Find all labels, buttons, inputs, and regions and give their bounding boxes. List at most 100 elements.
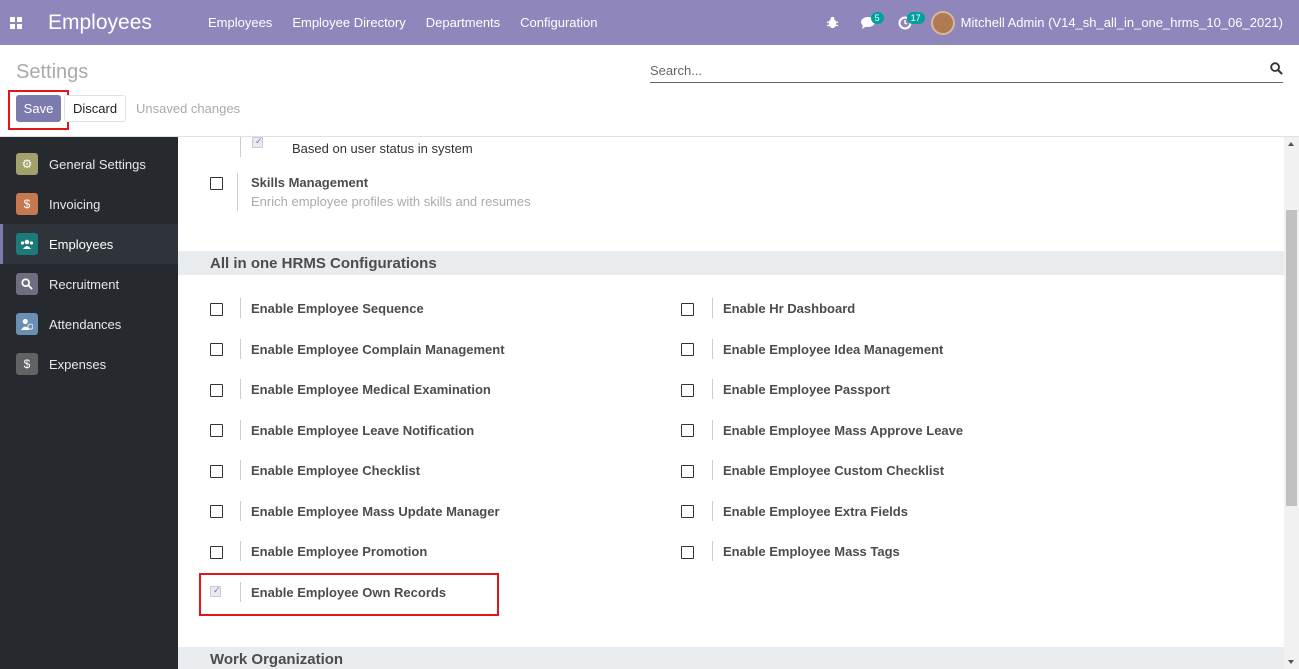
option-mass-tags: Enable Employee Mass Tags xyxy=(723,544,900,559)
checkbox-medical-examination[interactable] xyxy=(210,384,223,397)
attendance-clock-icon xyxy=(16,313,38,335)
section-hrms-header: All in one HRMS Configurations xyxy=(178,251,1284,275)
checkbox-employee-sequence[interactable] xyxy=(210,303,223,316)
menu-employee-directory[interactable]: Employee Directory xyxy=(282,0,415,45)
divider xyxy=(240,460,241,480)
scroll-down-arrow-icon[interactable] xyxy=(1288,660,1294,664)
top-navbar: Employees Employees Employee Directory D… xyxy=(0,0,1299,45)
expenses-icon: $ xyxy=(16,353,38,375)
section-work-org-header: Work Organization xyxy=(178,647,1284,669)
checkbox-based-on-user-status[interactable] xyxy=(252,137,263,148)
checkbox-employee-checklist[interactable] xyxy=(210,465,223,478)
checkbox-mass-approve-leave[interactable] xyxy=(681,424,694,437)
sidebar-item-attendances[interactable]: Attendances xyxy=(0,304,178,344)
user-name: Mitchell Admin (V14_sh_all_in_one_hrms_1… xyxy=(960,15,1283,30)
menu-departments[interactable]: Departments xyxy=(416,0,510,45)
checkbox-skills-management[interactable] xyxy=(210,177,223,190)
option-idea-management: Enable Employee Idea Management xyxy=(723,342,944,357)
sidebar-item-label: Employees xyxy=(49,236,114,252)
sidebar-item-label: Recruitment xyxy=(49,276,120,292)
vertical-scrollbar[interactable] xyxy=(1284,137,1299,669)
skills-desc: Enrich employee profiles with skills and… xyxy=(251,194,531,209)
search-icon[interactable] xyxy=(1270,62,1283,78)
checkbox-mass-update-manager[interactable] xyxy=(210,505,223,518)
scroll-thumb[interactable] xyxy=(1286,210,1297,506)
option-employee-own-records: Enable Employee Own Records xyxy=(251,585,447,600)
gear-icon: ⚙ xyxy=(16,153,38,175)
save-button[interactable]: Save xyxy=(16,95,61,122)
activities-clock-icon[interactable]: 17 xyxy=(887,0,925,45)
option-custom-checklist: Enable Employee Custom Checklist xyxy=(723,463,945,478)
messages-badge: 5 xyxy=(870,12,884,24)
checkbox-extra-fields[interactable] xyxy=(681,505,694,518)
menu-configuration[interactable]: Configuration xyxy=(510,0,607,45)
debug-bug-icon[interactable] xyxy=(815,0,851,45)
divider xyxy=(712,339,713,359)
checkbox-complain-management[interactable] xyxy=(210,343,223,356)
messages-chat-icon[interactable]: 5 xyxy=(851,0,887,45)
checkbox-mass-tags[interactable] xyxy=(681,546,694,559)
section-work-org-title: Work Organization xyxy=(210,651,344,668)
unsaved-changes-label: Unsaved changes xyxy=(136,101,241,116)
option-hr-dashboard: Enable Hr Dashboard xyxy=(723,301,856,316)
app-title[interactable]: Employees xyxy=(48,11,198,35)
settings-sidebar: ⚙ General Settings $ Invoicing Employees… xyxy=(0,137,178,669)
divider xyxy=(240,582,241,602)
divider xyxy=(240,541,241,561)
option-medical-examination: Enable Employee Medical Examination xyxy=(251,382,491,397)
search-input[interactable] xyxy=(650,59,1250,81)
discard-button[interactable]: Discard xyxy=(64,95,127,122)
divider xyxy=(240,339,241,359)
sidebar-item-expenses[interactable]: $ Expenses xyxy=(0,344,178,384)
checkbox-leave-notification[interactable] xyxy=(210,424,223,437)
sidebar-item-recruitment[interactable]: Recruitment xyxy=(0,264,178,304)
option-complain-management: Enable Employee Complain Management xyxy=(251,342,505,357)
checkbox-custom-checklist[interactable] xyxy=(681,465,694,478)
apps-menu-icon[interactable] xyxy=(0,0,32,45)
option-employee-checklist: Enable Employee Checklist xyxy=(251,463,421,478)
sidebar-item-employees[interactable]: Employees xyxy=(0,224,178,264)
page-title: Settings xyxy=(16,61,89,83)
activities-badge: 17 xyxy=(906,12,925,24)
skills-label: Skills Management xyxy=(251,175,369,190)
divider xyxy=(240,298,241,318)
divider xyxy=(712,541,713,561)
option-employee-promotion: Enable Employee Promotion xyxy=(251,544,428,559)
option-employee-passport: Enable Employee Passport xyxy=(723,382,890,397)
divider xyxy=(712,298,713,318)
top-menu: Employees Employee Directory Departments… xyxy=(198,0,608,45)
scroll-up-arrow-icon[interactable] xyxy=(1288,142,1294,146)
checkbox-employee-promotion[interactable] xyxy=(210,546,223,559)
option-mass-approve-leave: Enable Employee Mass Approve Leave xyxy=(723,423,964,438)
settings-content: Based on user status in system Skills Ma… xyxy=(178,137,1284,669)
search-bar xyxy=(650,59,1283,83)
users-icon xyxy=(16,233,38,255)
sidebar-item-label: General Settings xyxy=(49,156,146,172)
divider xyxy=(240,379,241,399)
checkbox-employee-passport[interactable] xyxy=(681,384,694,397)
option-mass-update-manager: Enable Employee Mass Update Manager xyxy=(251,504,500,519)
sidebar-item-general-settings[interactable]: ⚙ General Settings xyxy=(0,144,178,184)
control-panel: Settings Save Discard Unsaved changes xyxy=(0,45,1299,137)
divider xyxy=(240,137,241,157)
sub-option-label: Based on user status in system xyxy=(292,141,473,156)
magnifier-icon xyxy=(16,273,38,295)
option-leave-notification: Enable Employee Leave Notification xyxy=(251,423,475,438)
checkbox-hr-dashboard[interactable] xyxy=(681,303,694,316)
checkbox-employee-own-records[interactable] xyxy=(210,585,221,597)
sidebar-item-invoicing[interactable]: $ Invoicing xyxy=(0,184,178,224)
divider xyxy=(240,420,241,440)
invoice-icon: $ xyxy=(16,193,38,215)
sidebar-item-label: Invoicing xyxy=(49,196,101,212)
sidebar-item-label: Expenses xyxy=(49,356,107,372)
menu-employees[interactable]: Employees xyxy=(198,0,282,45)
divider xyxy=(712,379,713,399)
user-menu[interactable]: Mitchell Admin (V14_sh_all_in_one_hrms_1… xyxy=(930,10,1283,35)
systray: 5 17 Mitchell Admin (V14_sh_all_in_one_h… xyxy=(815,0,1283,45)
option-extra-fields: Enable Employee Extra Fields xyxy=(723,504,908,519)
avatar xyxy=(930,10,955,35)
divider xyxy=(712,460,713,480)
checkbox-idea-management[interactable] xyxy=(681,343,694,356)
divider xyxy=(712,420,713,440)
divider xyxy=(237,173,238,211)
